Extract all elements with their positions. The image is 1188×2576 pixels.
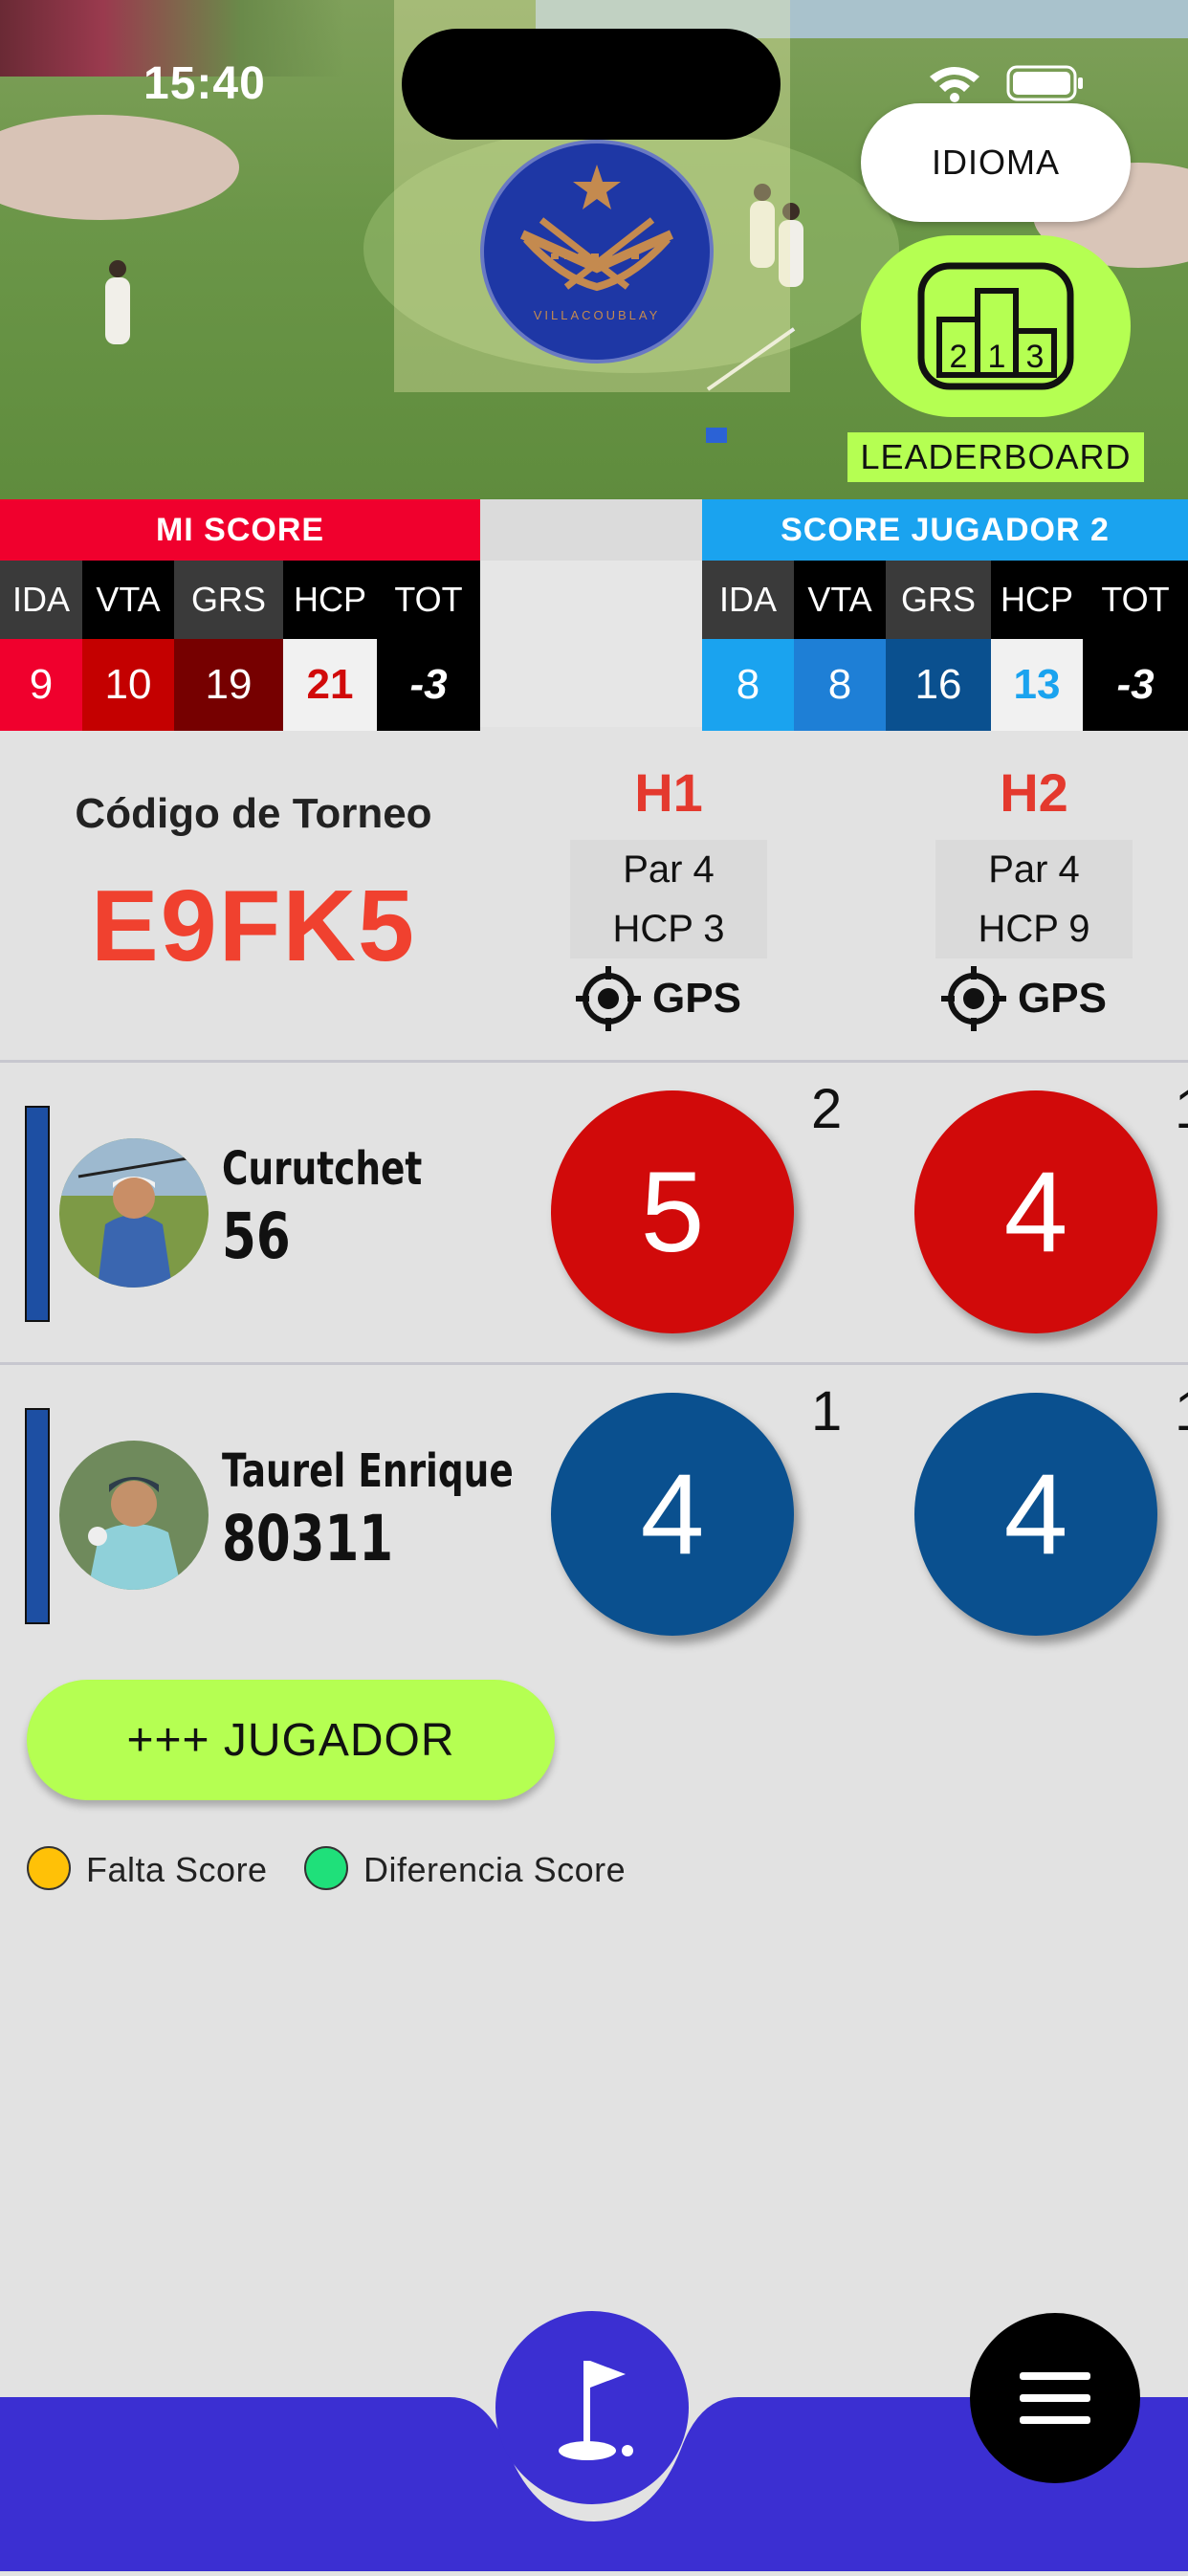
player-1-hole-1-strokes: 2 — [811, 1078, 843, 1140]
player-2-hole-2-strokes: 1 — [1175, 1379, 1188, 1443]
leaderboard-label[interactable]: LEADERBOARD — [847, 432, 1144, 482]
score-band-spacer — [480, 499, 702, 561]
hole-1-gps-label: GPS — [652, 975, 741, 1022]
battery-icon — [1006, 65, 1083, 101]
tournament-code: E9FK5 — [91, 870, 416, 982]
legend-score-difference: Diferencia Score — [363, 1850, 627, 1889]
jugador2-score-ida: 8 — [702, 639, 794, 731]
wifi-icon — [930, 67, 979, 102]
crossed-clubs-icon — [519, 165, 674, 292]
menu-button[interactable] — [970, 2313, 1140, 2483]
player-1-name: Curutchet — [222, 1142, 423, 1196]
mi-score-label: IDA — [0, 561, 82, 639]
jugador2-score-label: HCP — [991, 561, 1083, 639]
hole-2-info: Par 4 HCP 9 — [935, 840, 1133, 958]
divider — [0, 1362, 1188, 1365]
missing-score-dot — [27, 1846, 71, 1890]
jugador2-score-label: GRS — [886, 561, 991, 639]
player-2-color-bar — [25, 1408, 50, 1624]
crosshair-icon — [576, 966, 641, 1031]
divider — [0, 1060, 1188, 1063]
jugador2-score-tot: -3 — [1083, 639, 1188, 731]
hole-2-gps-label: GPS — [1018, 975, 1107, 1022]
player-2-name: Taurel Enrique — [222, 1444, 514, 1498]
add-player-button[interactable]: +++ JUGADOR — [27, 1680, 555, 1800]
jugador2-score-label: VTA — [794, 561, 886, 639]
hole-1-info: Par 4 HCP 3 — [570, 840, 767, 958]
jugador2-score-label: TOT — [1083, 561, 1188, 639]
dynamic-island — [402, 29, 781, 140]
hamburger-menu-icon — [1020, 2372, 1090, 2424]
player-2-hole-1-strokes: 1 — [811, 1380, 843, 1442]
hole-2-par: Par 4 — [988, 848, 1080, 891]
hole-1-title: H1 — [634, 762, 703, 823]
player-1-avatar — [59, 1138, 209, 1288]
player-1-id: 56 — [222, 1200, 291, 1273]
mi-score-tot: -3 — [377, 639, 480, 731]
leaderboard-button[interactable]: 2 1 3 — [861, 235, 1131, 417]
logo-text: VILLACOUBLAY — [533, 308, 661, 322]
hole-1-hcp: HCP 3 — [612, 908, 725, 950]
mi-score-ida: 9 — [0, 639, 82, 731]
hole-2-title: H2 — [1000, 762, 1068, 823]
jugador2-score-grs: 16 — [886, 639, 991, 731]
hole-2-hcp: HCP 9 — [978, 908, 1090, 950]
jugador2-score-vta: 8 — [794, 639, 886, 731]
mi-score-label: HCP — [283, 561, 377, 639]
flag — [706, 428, 727, 443]
mi-score-vta: 10 — [82, 639, 174, 731]
jugador2-score-label: IDA — [702, 561, 794, 639]
status-icons — [926, 61, 1089, 103]
svg-text:1: 1 — [988, 339, 1006, 375]
player-1-hole-1-score[interactable]: 5 — [551, 1090, 794, 1333]
mi-score-grs: 19 — [174, 639, 283, 731]
mi-score-title: MI SCORE — [0, 499, 480, 561]
mi-score-label: GRS — [174, 561, 283, 639]
score-difference-dot — [304, 1846, 348, 1890]
status-time: 15:40 — [143, 58, 266, 109]
mi-score-label: VTA — [82, 561, 174, 639]
player-2-avatar — [59, 1441, 209, 1590]
hole-1-gps-button[interactable]: GPS — [574, 964, 741, 1033]
golfer — [105, 260, 130, 344]
hole-2-gps-button[interactable]: GPS — [939, 964, 1107, 1033]
club-logo: VILLACOUBLAY — [480, 140, 714, 363]
legend-missing-score: Falta Score — [86, 1850, 268, 1889]
jugador2-score-hcp: 13 — [991, 639, 1083, 731]
idioma-button[interactable]: IDIOMA — [861, 103, 1131, 222]
crosshair-icon — [941, 966, 1006, 1031]
mi-score-label: TOT — [377, 561, 480, 639]
player-2-hole-2-score[interactable]: 4 — [914, 1393, 1157, 1636]
player-1-hole-2-score[interactable]: 4 — [914, 1090, 1157, 1333]
player-1-color-bar — [25, 1106, 50, 1322]
hole-1-par: Par 4 — [623, 848, 715, 891]
player-2-hole-1-score[interactable]: 4 — [551, 1393, 794, 1636]
svg-text:2: 2 — [950, 339, 968, 375]
golf-flag-button[interactable] — [495, 2311, 689, 2504]
bunker — [0, 115, 239, 220]
golf-flag-icon — [559, 2361, 633, 2460]
svg-text:3: 3 — [1026, 339, 1045, 375]
podium-icon: 2 1 3 — [917, 262, 1074, 390]
player-1-hole-2-strokes: 1 — [1175, 1077, 1188, 1141]
player-2-id: 80311 — [222, 1502, 394, 1575]
jugador2-score-title: SCORE JUGADOR 2 — [702, 499, 1188, 561]
mi-score-hcp: 21 — [283, 639, 377, 731]
tournament-code-label: Código de Torneo — [75, 790, 432, 837]
